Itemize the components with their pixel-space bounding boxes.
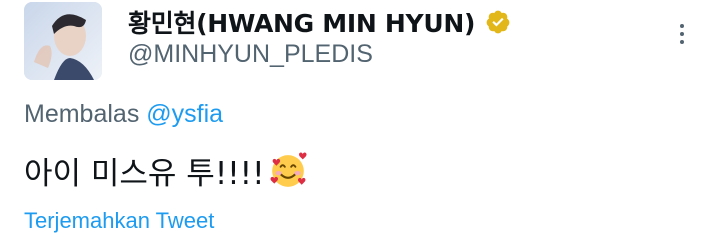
more-vertical-icon xyxy=(680,24,684,28)
author-display-name[interactable]: 황민현(HWANG MIN HYUN) xyxy=(128,4,475,40)
replying-to: Membalas @ysfia xyxy=(24,100,223,129)
reply-mention-link[interactable]: @ysfia xyxy=(146,100,223,128)
more-vertical-icon-dot xyxy=(680,40,684,44)
more-vertical-icon-dot xyxy=(680,32,684,36)
avatar-image xyxy=(24,2,102,80)
tweet-text: 아이 미스유 투!!!! xyxy=(24,148,307,193)
translate-tweet-link[interactable]: Terjemahkan Tweet xyxy=(24,208,214,234)
author-name-row[interactable]: 황민현(HWANG MIN HYUN) xyxy=(128,4,511,40)
more-options-button[interactable] xyxy=(670,18,694,50)
author-handle[interactable]: @MINHYUN_PLEDIS xyxy=(128,40,373,69)
avatar[interactable] xyxy=(24,2,102,80)
verified-badge-icon xyxy=(485,9,511,35)
replying-to-label: Membalas xyxy=(24,100,140,128)
tweet-body: 아이 미스유 투!!!! xyxy=(24,156,265,192)
smiling-face-with-hearts-icon xyxy=(269,152,307,190)
tweet-card: 황민현(HWANG MIN HYUN) @MINHYUN_PLEDIS Memb… xyxy=(0,0,720,240)
